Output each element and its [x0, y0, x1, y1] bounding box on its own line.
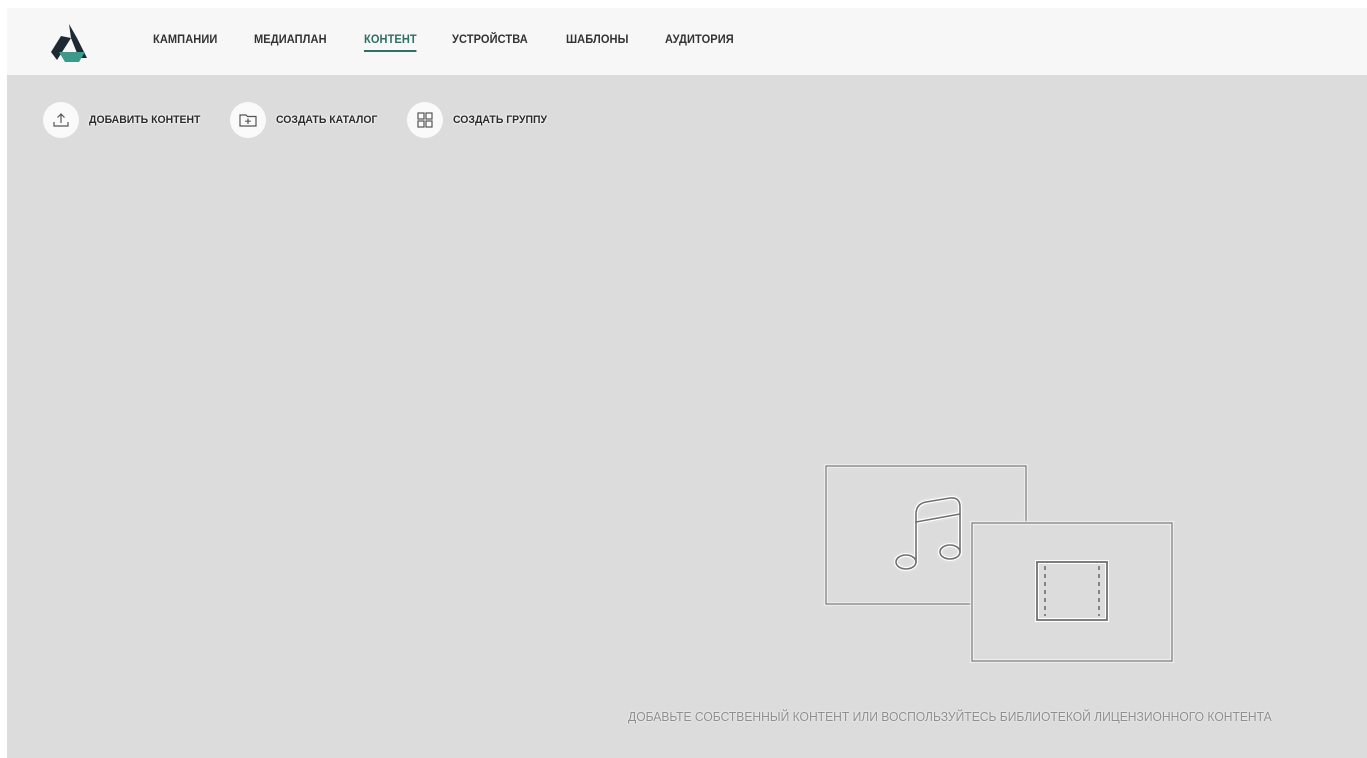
upload-icon [43, 102, 79, 138]
nav-item-mediaplan[interactable]: МЕДИАПЛАН [254, 32, 327, 52]
add-content-button[interactable]: ДОБАВИТЬ КОНТЕНТ [43, 102, 206, 138]
create-catalog-button[interactable]: СОЗДАТЬ КАТАЛОГ [230, 102, 383, 138]
triangle-logo-icon [51, 24, 87, 62]
add-content-label: ДОБАВИТЬ КОНТЕНТ [89, 114, 201, 126]
nav-item-content[interactable]: КОНТЕНТ [363, 32, 417, 52]
create-group-button[interactable]: СОЗДАТЬ ГРУППУ [407, 102, 552, 138]
create-catalog-label: СОЗДАТЬ КАТАЛОГ [276, 114, 378, 126]
content-area: ДОБАВИТЬ КОНТЕНТ СОЗДАТЬ КАТАЛОГ СОЗДАТЬ… [7, 75, 1367, 758]
top-navigation-bar: КАМПАНИИ МЕДИАПЛАН КОНТЕНТ УСТРОЙСТВА ША… [7, 8, 1367, 75]
content-actions-toolbar: ДОБАВИТЬ КОНТЕНТ СОЗДАТЬ КАТАЛОГ СОЗДАТЬ… [43, 102, 576, 138]
grid-icon [407, 102, 444, 138]
nav-item-devices[interactable]: УСТРОЙСТВА [452, 32, 528, 52]
app-window: КАМПАНИИ МЕДИАПЛАН КОНТЕНТ УСТРОЙСТВА ША… [7, 8, 1367, 758]
nav-item-campaigns[interactable]: КАМПАНИИ [153, 32, 217, 52]
main-nav: КАМПАНИИ МЕДИАПЛАН КОНТЕНТ УСТРОЙСТВА ША… [153, 32, 770, 52]
app-logo[interactable] [47, 22, 91, 62]
empty-state-message: ДОБАВЬТЕ СОБСТВЕННЫЙ КОНТЕНТ ИЛИ ВОСПОЛЬ… [628, 709, 1272, 724]
create-group-label: СОЗДАТЬ ГРУППУ [453, 114, 548, 126]
nav-item-audience[interactable]: АУДИТОРИЯ [665, 32, 734, 52]
nav-item-templates[interactable]: ШАБЛОНЫ [566, 32, 628, 52]
film-icon [970, 521, 1174, 663]
folder-plus-icon [230, 102, 267, 138]
empty-state-illustration [822, 462, 1177, 667]
